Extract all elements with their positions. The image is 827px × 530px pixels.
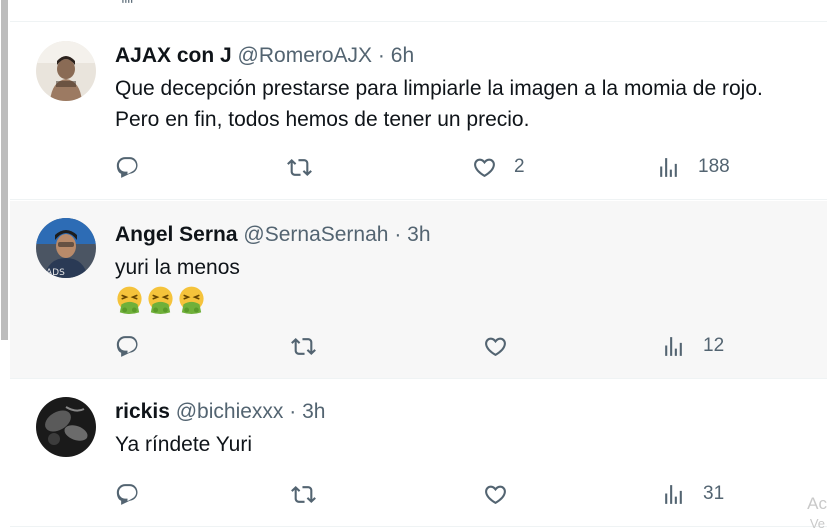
timestamp[interactable]: 3h [302,400,325,423]
views-button[interactable]: 12 [661,331,724,361]
tweet-actions: 12 [115,331,815,361]
timestamp[interactable]: 6h [391,44,414,67]
separator: · [289,400,297,423]
scrollbar-thumb[interactable] [1,0,8,340]
tweet-header: rickis @bichiexxx · 3h [115,399,325,425]
reply-button[interactable] [115,331,157,361]
like-button[interactable] [483,331,525,361]
retweet-icon [287,158,312,176]
like-button[interactable] [483,479,525,509]
author-handle[interactable]: @SernaSernah [243,223,388,246]
retweet-button[interactable] [291,479,333,509]
views-icon [660,157,677,177]
vomiting-face-emoji [179,286,204,314]
reply-icon [116,483,138,505]
previous-tweet-edge [10,0,827,22]
views-button[interactable]: 31 [661,479,724,509]
reply-icon [116,335,138,357]
tweet-header: AJAX con J @RomeroAJX · 6h [115,43,414,69]
vomiting-face-emoji [117,286,142,314]
activation-watermark: Ac [807,494,827,513]
avatar[interactable]: ADS [36,218,96,278]
avatar[interactable] [36,41,96,101]
tweet-text-line: Ya ríndete Yuri [115,433,252,456]
tweet-text: Ya ríndete Yuri [115,429,252,460]
author-name[interactable]: rickis [115,400,170,423]
author-name[interactable]: Angel Serna [115,223,238,246]
retweet-icon [291,337,316,355]
views-icon [122,0,133,3]
tweet-rickis[interactable]: rickis @bichiexxx · 3h Ya ríndete Yuri 3… [10,380,827,527]
heart-icon [485,337,506,356]
reply-button[interactable] [115,152,157,182]
scrollbar[interactable] [0,0,9,530]
avatar[interactable] [36,397,96,457]
tweet-text: Que decepción prestarse para limpiarle l… [115,73,763,135]
tweet-angel[interactable]: ADS Angel Serna @SernaSernah · 3h yuri l… [10,201,827,379]
author-handle[interactable]: @RomeroAJX [238,44,373,67]
tweet-text-line: Pero en fin, todos hemos de tener un pre… [115,108,530,131]
views-icon [665,336,682,356]
tweet-text: yuri la menos [115,252,240,314]
views-icon [665,484,682,504]
retweet-button[interactable] [291,331,333,361]
tweet-ajax[interactable]: AJAX con J @RomeroAJX · 6h Que decepción… [10,23,827,200]
retweet-button[interactable] [287,152,329,182]
author-name[interactable]: AJAX con J [115,44,232,67]
view-count: 31 [703,483,725,504]
timestamp[interactable]: 3h [407,223,430,246]
svg-text:ADS: ADS [46,268,65,278]
like-button[interactable]: 2 [472,152,525,182]
reply-icon [116,156,138,178]
view-count: 188 [698,156,730,177]
tweet-actions: 2 188 [115,152,815,182]
vomiting-face-emoji [148,286,173,314]
views-button[interactable]: 188 [656,152,730,182]
emoji-row [115,285,240,314]
tweet-text-line: Que decepción prestarse para limpiarle l… [115,77,763,100]
separator: · [377,44,385,67]
retweet-icon [291,485,316,503]
author-handle[interactable]: @bichiexxx [176,400,284,423]
like-count: 2 [514,156,525,177]
separator: · [394,223,402,246]
heart-icon [474,158,495,177]
reply-button[interactable] [115,479,157,509]
tweet-actions: 31 [115,479,815,509]
heart-icon [485,485,506,504]
view-count: 12 [703,335,725,356]
tweet-header: Angel Serna @SernaSernah · 3h [115,222,431,248]
timeline: AJAX con J @RomeroAJX · 6h Que decepción… [10,0,827,530]
activation-watermark-sub: Ve [809,516,825,530]
tweet-text-line: yuri la menos [115,256,240,279]
